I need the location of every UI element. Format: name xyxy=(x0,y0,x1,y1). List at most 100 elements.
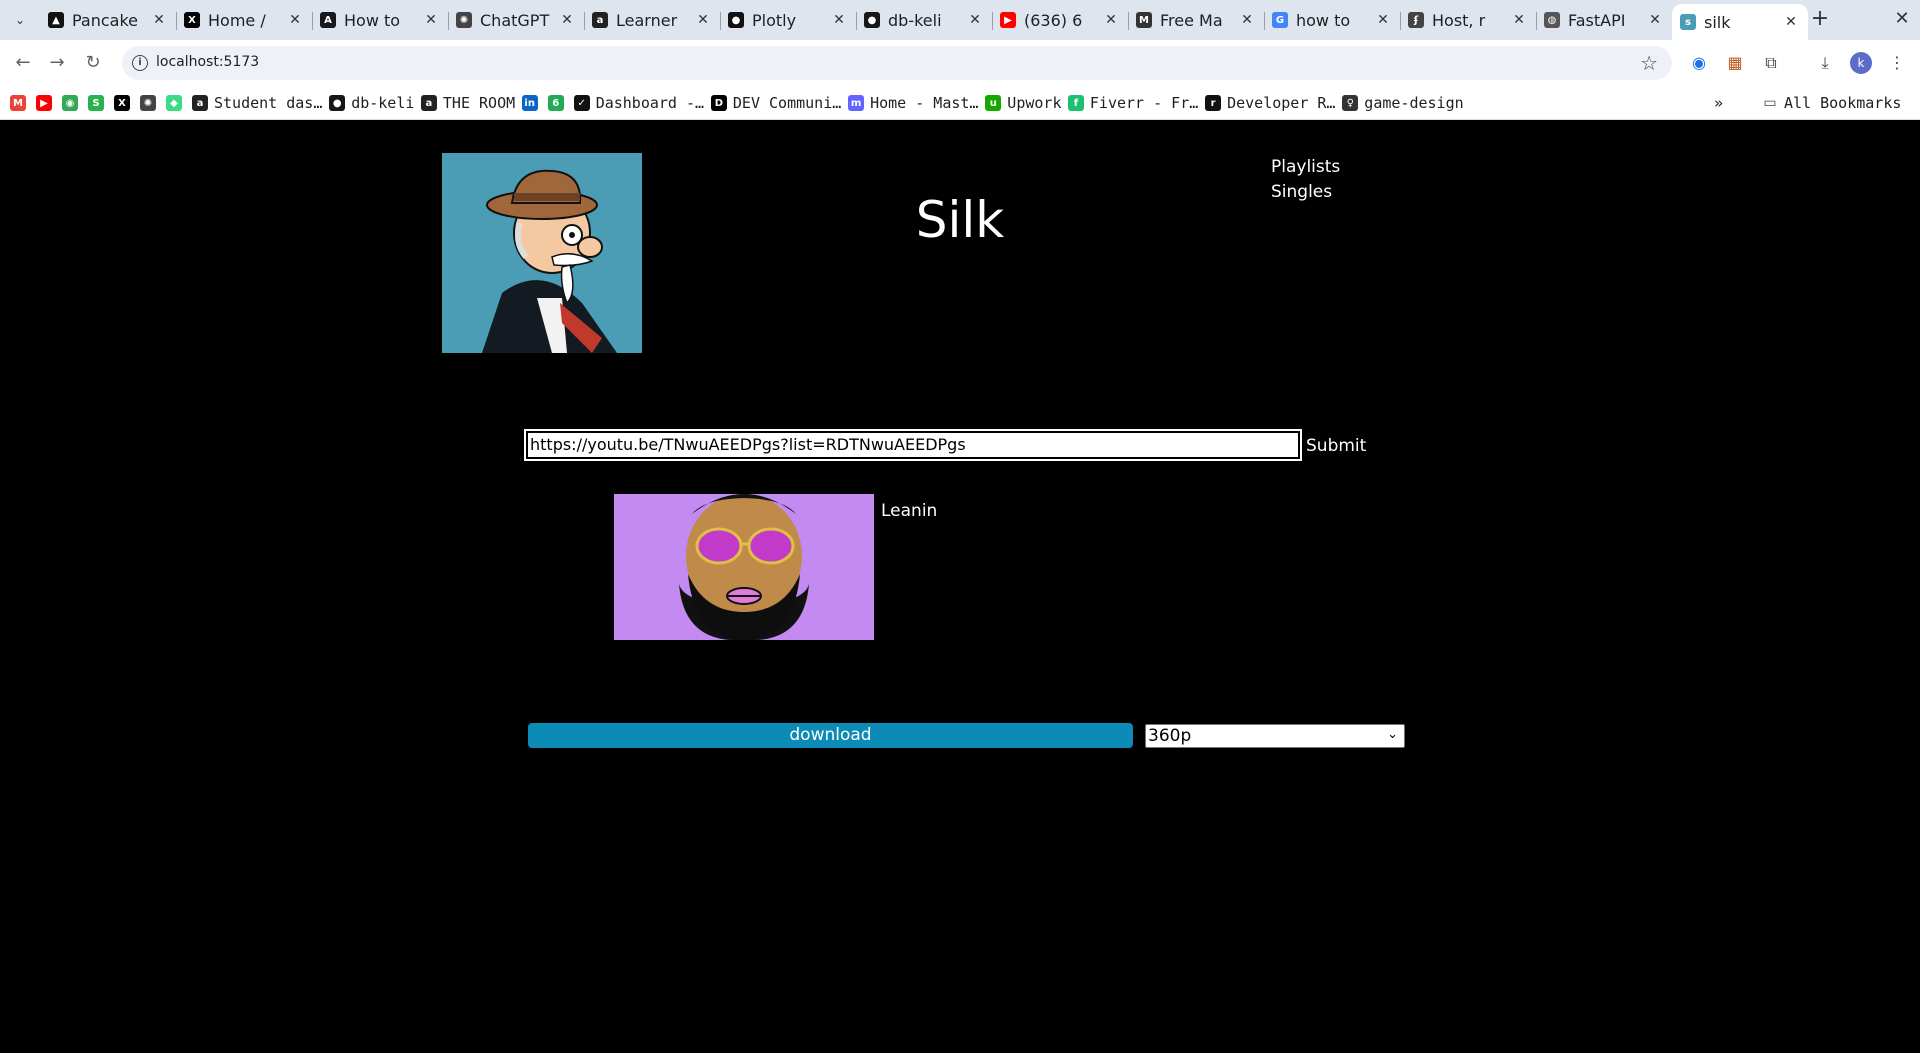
pancake-icon: ▲ xyxy=(48,12,64,28)
tab-close-icon[interactable]: ✕ xyxy=(558,12,576,28)
browser-tab-bar: ⌄ ▲ Pancake ✕ X Home / ✕ A How to ✕ ✺ ChatGPT ✕ a Lea… xyxy=(0,0,1920,40)
astro-icon: A xyxy=(320,12,336,28)
tab-close-icon[interactable]: ✕ xyxy=(966,12,984,28)
browser-tab[interactable]: ● db-keli ✕ xyxy=(856,4,992,36)
bookmark-item[interactable]: f Fiverr - Fr… xyxy=(1067,92,1198,114)
video-thumbnail xyxy=(614,494,874,640)
google-icon: G xyxy=(1272,12,1288,28)
tab-close-icon[interactable]: ✕ xyxy=(830,12,848,28)
tab-close-icon[interactable]: ✕ xyxy=(1102,12,1120,28)
tab-close-icon[interactable]: ✕ xyxy=(1782,14,1800,30)
browser-tab[interactable]: ʄ Host, r ✕ xyxy=(1400,4,1536,36)
tab-title: silk xyxy=(1704,12,1731,32)
bookmark-item[interactable]: r Developer R… xyxy=(1205,92,1335,114)
tab-title: db-keli xyxy=(888,10,942,30)
browser-tab[interactable]: X Home / ✕ xyxy=(176,4,312,36)
tab-close-icon[interactable]: ✕ xyxy=(1510,12,1528,28)
render-icon: ʄ xyxy=(1408,12,1424,28)
tab-close-icon[interactable]: ✕ xyxy=(150,12,168,28)
tab-close-icon[interactable]: ✕ xyxy=(422,12,440,28)
tab-search-chevron-icon[interactable]: ⌄ xyxy=(8,8,32,32)
browser-tab[interactable]: ◍ FastAPI ✕ xyxy=(1536,4,1672,36)
browser-tab[interactable]: ● Plotly ✕ xyxy=(720,4,856,36)
bookmark-item[interactable]: m Home - Mast… xyxy=(848,92,978,114)
tab-close-icon[interactable]: ✕ xyxy=(1646,12,1664,28)
quality-selected-value: 360p xyxy=(1148,726,1192,746)
gmail-icon: M xyxy=(10,95,26,111)
address-bar-url[interactable]: localhost:5173 xyxy=(156,54,259,70)
nav-link-singles[interactable]: Singles xyxy=(1271,180,1340,205)
forward-arrow-icon[interactable]: → xyxy=(44,50,70,76)
reload-icon[interactable]: ↻ xyxy=(80,50,106,76)
bookmark-item[interactable]: ▶ xyxy=(36,92,58,114)
lightbulb-icon: ♀ xyxy=(1342,95,1359,111)
tab-close-icon[interactable]: ✕ xyxy=(1374,12,1392,28)
browser-tab[interactable]: Ghow to ✕ xyxy=(1264,4,1400,36)
tab-title: Plotly xyxy=(752,10,797,30)
tab-title: Host, r xyxy=(1432,10,1486,30)
chevron-down-icon: ⌄ xyxy=(1387,727,1398,742)
upwork-icon: u xyxy=(985,95,1002,111)
bookmark-item[interactable]: a THE ROOM xyxy=(420,92,516,114)
silk-favicon: s xyxy=(1680,14,1696,30)
grid-extension-icon[interactable]: ▦ xyxy=(1724,52,1746,74)
bookmark-label: Home - Mast… xyxy=(870,94,979,112)
alx-icon: a xyxy=(420,95,437,111)
bookmark-label: Upwork xyxy=(1007,94,1062,112)
new-tab-button[interactable]: + xyxy=(1806,6,1834,34)
bookmark-item[interactable]: ✓ Dashboard -… xyxy=(573,92,705,114)
bookmark-item[interactable]: ◆ xyxy=(166,92,188,114)
bookmark-item[interactable]: S xyxy=(88,92,110,114)
youtube-url-input[interactable]: https://youtu.be/TNwuAEEDPgs?list=RDTNwu… xyxy=(524,429,1302,461)
downloads-icon[interactable]: ⤓ xyxy=(1814,52,1836,74)
android-icon: ◆ xyxy=(166,95,182,111)
bookmark-item[interactable]: ✺ xyxy=(140,92,162,114)
profile-avatar[interactable]: k xyxy=(1850,52,1872,74)
address-bar[interactable]: i localhost:5173 ☆ xyxy=(122,46,1672,80)
window-close-icon[interactable]: ✕ xyxy=(1890,8,1914,32)
plotly-icon: ● xyxy=(728,12,744,28)
browser-menu-kebab-icon[interactable]: ⋮ xyxy=(1886,52,1908,74)
browser-tab[interactable]: ✺ ChatGPT ✕ xyxy=(448,4,584,36)
bookmark-label: game-design xyxy=(1364,94,1464,112)
bookmark-label: Dashboard -… xyxy=(595,94,705,112)
all-bookmarks-label: All Bookmarks xyxy=(1784,94,1902,112)
x-icon: X xyxy=(184,12,200,28)
check-circle-icon: ✓ xyxy=(573,95,590,111)
bookmarks-overflow-chevron-icon[interactable]: » xyxy=(1714,92,1723,114)
bookmark-item[interactable]: ● db-keli xyxy=(329,92,414,114)
nav-link-playlists[interactable]: Playlists xyxy=(1271,155,1340,180)
bookmark-item[interactable]: ◉ xyxy=(62,92,84,114)
browser-tab[interactable]: s silk ✕ xyxy=(1672,4,1808,40)
bookmark-item[interactable]: 6 xyxy=(547,92,570,114)
bookmark-item[interactable]: M xyxy=(10,92,32,114)
edge-extension-icon[interactable]: ◉ xyxy=(1688,52,1710,74)
quality-select[interactable]: 360p ⌄ xyxy=(1145,724,1405,748)
bookmark-item[interactable]: D DEV Communi… xyxy=(710,92,841,114)
chatgpt-icon: ✺ xyxy=(140,95,156,111)
browser-tab[interactable]: a Learner ✕ xyxy=(584,4,720,36)
all-bookmarks-folder[interactable]: ▭ All Bookmarks xyxy=(1762,92,1901,114)
tab-close-icon[interactable]: ✕ xyxy=(694,12,712,28)
bookmark-item[interactable]: ♀ game-design xyxy=(1342,92,1464,114)
bookmark-item[interactable]: u Upwork xyxy=(985,92,1061,114)
back-arrow-icon[interactable]: ← xyxy=(10,50,36,76)
dev-icon: D xyxy=(710,95,727,111)
bookmark-star-icon[interactable]: ☆ xyxy=(1640,51,1658,75)
submit-button[interactable]: Submit xyxy=(1306,433,1366,459)
bookmark-item[interactable]: X xyxy=(114,92,136,114)
bookmark-item[interactable]: a Student das… xyxy=(192,92,322,114)
bookmark-item[interactable]: in xyxy=(521,92,544,114)
tab-title: how to xyxy=(1296,10,1351,30)
bookmark-label: THE ROOM xyxy=(442,94,516,112)
browser-tab[interactable]: A How to ✕ xyxy=(312,4,448,36)
tab-close-icon[interactable]: ✕ xyxy=(286,12,304,28)
browser-tab[interactable]: ▲ Pancake ✕ xyxy=(40,4,176,36)
extensions-puzzle-icon[interactable]: ⧉ xyxy=(1760,52,1782,74)
browser-tab[interactable]: ▶ (636) 6 ✕ xyxy=(992,4,1128,36)
bookmarks-bar: » ▭ All Bookmarks M ▶ ◉ S X ✺ ◆ a Student das… ● d… xyxy=(0,86,1920,120)
download-button[interactable]: download xyxy=(528,723,1133,748)
browser-tab[interactable]: M Free Ma ✕ xyxy=(1128,4,1264,36)
tab-close-icon[interactable]: ✕ xyxy=(1238,12,1256,28)
site-info-icon[interactable]: i xyxy=(132,55,148,71)
